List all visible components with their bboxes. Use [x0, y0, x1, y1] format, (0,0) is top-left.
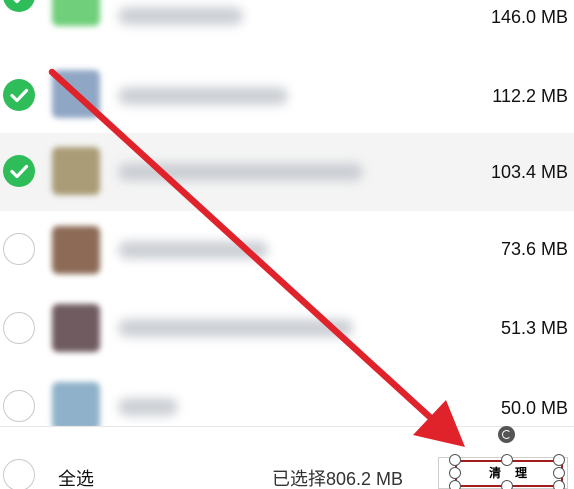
file-size: 73.6 MB	[500, 239, 568, 259]
resize-handle-right[interactable]	[553, 467, 565, 479]
resize-handle-bottom[interactable]	[501, 480, 513, 489]
file-list: 146.0 MB 112.2 MB 103.4 MB 73.6 MB 51.3 …	[0, 0, 574, 430]
blurred-name	[118, 7, 243, 25]
select-all-checkbox[interactable]	[3, 459, 35, 489]
list-item[interactable]: 73.6 MB	[0, 211, 574, 291]
resize-handle-top[interactable]	[501, 454, 513, 466]
select-all-label[interactable]: 全选	[58, 465, 94, 489]
app-thumbnail	[52, 147, 100, 195]
blurred-name	[118, 319, 353, 337]
app-thumbnail	[52, 304, 100, 352]
file-size: 50.0 MB	[500, 398, 568, 418]
blurred-name	[118, 241, 268, 259]
resize-handle-bottom-left[interactable]	[449, 480, 461, 489]
app-thumbnail	[52, 382, 100, 430]
file-size: 146.0 MB	[490, 7, 568, 27]
checkbox-checked-icon[interactable]	[3, 155, 35, 187]
app-thumbnail	[52, 70, 100, 118]
list-item[interactable]: 51.3 MB	[0, 290, 574, 370]
file-size: 103.4 MB	[490, 162, 568, 182]
checkbox-checked-icon[interactable]	[3, 0, 35, 12]
resize-handle-left[interactable]	[449, 467, 461, 479]
app-thumbnail	[52, 226, 100, 274]
app-thumbnail	[52, 0, 100, 26]
checkbox-unchecked-icon[interactable]	[3, 233, 35, 265]
selected-size-text: 已选择806.2 MB	[272, 469, 404, 489]
resize-handle-top-right[interactable]	[553, 454, 565, 466]
checkbox-unchecked-icon[interactable]	[3, 312, 35, 344]
list-item[interactable]: 50.0 MB	[0, 370, 574, 430]
resize-handle-top-left[interactable]	[449, 454, 461, 466]
list-item[interactable]: 146.0 MB	[0, 0, 574, 58]
blurred-name	[118, 163, 363, 181]
file-size: 51.3 MB	[500, 318, 568, 338]
rotate-handle-icon[interactable]	[498, 426, 515, 443]
resize-handle-bottom-right[interactable]	[553, 480, 565, 489]
checkbox-checked-icon[interactable]	[3, 79, 35, 111]
list-item[interactable]: 103.4 MB	[0, 133, 574, 211]
list-item[interactable]: 112.2 MB	[0, 56, 574, 136]
blurred-name	[118, 87, 288, 105]
blurred-name	[118, 398, 178, 416]
file-size: 112.2 MB	[492, 86, 568, 106]
checkbox-unchecked-icon[interactable]	[3, 390, 35, 422]
